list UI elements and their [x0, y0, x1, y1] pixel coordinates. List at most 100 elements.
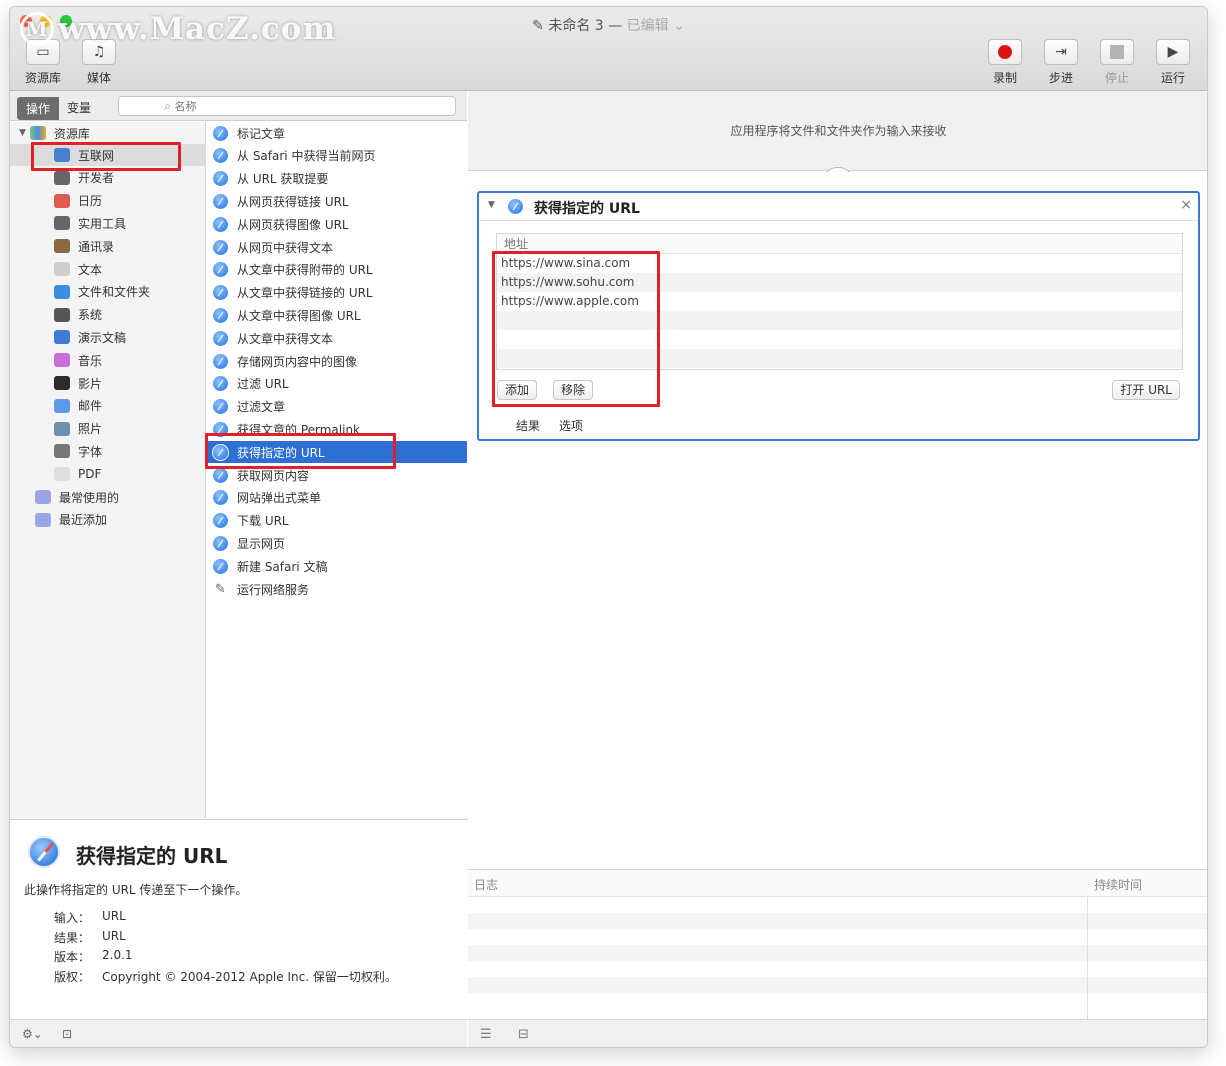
- step-icon: ⇥: [1044, 39, 1078, 65]
- sidebar-item[interactable]: 文本: [10, 258, 206, 280]
- action-item[interactable]: 从 Safari 中获得当前网页: [207, 145, 467, 167]
- url-row[interactable]: [497, 311, 1182, 330]
- action-item[interactable]: 获得指定的 URL: [207, 441, 467, 464]
- description-field: 输入： URL: [54, 909, 126, 925]
- search-input[interactable]: [174, 101, 410, 113]
- sidebar-item[interactable]: 通讯录: [10, 235, 206, 257]
- tab-actions[interactable]: 操作: [17, 97, 60, 120]
- sidebar-item[interactable]: 实用工具: [10, 212, 206, 234]
- sidebar-item[interactable]: 影片: [10, 372, 206, 394]
- chevron-down-icon: ⌄: [668, 18, 685, 34]
- action-item[interactable]: 新建 Safari 文稿: [207, 555, 467, 577]
- action-item[interactable]: 网站弹出式菜单: [207, 487, 467, 509]
- photos-icon: [54, 421, 70, 436]
- description-toggle-icon[interactable]: ⊡: [62, 1027, 72, 1041]
- sidebar-item[interactable]: 演示文稿: [10, 326, 206, 348]
- action-item[interactable]: 从文章中获得附带的 URL: [207, 259, 467, 281]
- safari-icon: [213, 490, 228, 506]
- step-button[interactable]: ⇥ 步进: [1038, 39, 1084, 86]
- disclosure-triangle-icon[interactable]: ▼: [19, 128, 26, 138]
- sidebar-item[interactable]: 邮件: [10, 395, 206, 417]
- stop-button[interactable]: 停止: [1094, 39, 1140, 86]
- workflow-input-hint: 应用程序将文件和文件夹作为输入来接收: [730, 124, 947, 138]
- sidebar-item[interactable]: 音乐: [10, 349, 206, 371]
- library-pane: 操作 变量 ⌕ ▼ 资源库 互联网开发者日历实用工具通讯录文本文件和文件夹系统演…: [10, 91, 467, 1047]
- safari-icon: [213, 421, 228, 437]
- run-button[interactable]: ▶ 运行: [1150, 39, 1196, 86]
- url-column-header[interactable]: 地址: [497, 234, 1182, 254]
- run-icon: ▶: [1156, 39, 1190, 65]
- action-item[interactable]: 显示网页: [207, 532, 467, 554]
- search-field[interactable]: ⌕: [118, 96, 456, 116]
- safari-icon: [213, 239, 228, 255]
- smart-folder-item[interactable]: 最近添加: [10, 509, 206, 531]
- duration-column-header[interactable]: 持续时间: [1094, 876, 1142, 893]
- workflow-header: 应用程序将文件和文件夹作为输入来接收: [468, 91, 1207, 171]
- split-view-icon[interactable]: ⊟: [518, 1027, 529, 1042]
- wand-icon: ✎: [215, 581, 226, 597]
- smart-folder-item[interactable]: 最常使用的: [10, 486, 206, 508]
- action-item[interactable]: 从文章中获得图像 URL: [207, 304, 467, 326]
- action-item[interactable]: 标记文章: [207, 122, 467, 144]
- log-panel: 日志 持续时间: [468, 869, 1207, 1020]
- safari-icon: [213, 330, 228, 346]
- tab-variables[interactable]: 变量: [59, 97, 99, 120]
- action-item[interactable]: 过滤 URL: [207, 373, 467, 395]
- list-view-icon[interactable]: ☰: [480, 1027, 492, 1042]
- library-footer: ⚙⌄ ⊡: [10, 1019, 467, 1047]
- action-item[interactable]: 从网页获得图像 URL: [207, 213, 467, 235]
- url-row[interactable]: https://www.apple.com: [497, 292, 1182, 311]
- sidebar-item[interactable]: PDF: [10, 463, 206, 485]
- url-row[interactable]: https://www.sina.com: [497, 254, 1182, 273]
- safari-icon: [213, 216, 228, 232]
- actions-list: 标记文章从 Safari 中获得当前网页从 URL 获取提要 从网页获得链接 UR…: [207, 122, 467, 818]
- action-item[interactable]: 下载 URL: [207, 510, 467, 532]
- library-root[interactable]: ▼ 资源库: [10, 122, 206, 144]
- url-row[interactable]: [497, 330, 1182, 349]
- add-url-button[interactable]: 添加: [497, 380, 538, 400]
- action-item[interactable]: 从网页中获得文本: [207, 236, 467, 258]
- action-item[interactable]: 存储网页内容中的图像: [207, 350, 467, 372]
- sidebar-item[interactable]: 日历: [10, 190, 206, 212]
- safari-icon: [213, 262, 228, 278]
- tab-options[interactable]: 选项: [559, 417, 583, 434]
- safari-icon: [213, 148, 228, 164]
- action-item[interactable]: 获取网页内容: [207, 464, 467, 486]
- action-item[interactable]: 从文章中获得文本: [207, 327, 467, 349]
- record-button[interactable]: 录制: [982, 39, 1028, 86]
- safari-icon: [213, 353, 228, 369]
- collapse-triangle-icon[interactable]: ▼: [488, 200, 495, 210]
- url-table[interactable]: 地址 https://www.sina.com https://www.sohu.…: [496, 233, 1183, 370]
- system-icon: [54, 307, 70, 322]
- log-header: 日志 持续时间: [468, 870, 1207, 897]
- macz-logo: M: [20, 12, 54, 46]
- description-field: 版本： 2.0.1: [54, 948, 133, 964]
- library-tabs: 操作 变量: [17, 97, 99, 120]
- safari-icon: [213, 399, 228, 415]
- action-item[interactable]: 从文章中获得链接的 URL: [207, 282, 467, 304]
- sidebar-item[interactable]: 文件和文件夹: [10, 281, 206, 303]
- remove-url-button[interactable]: 移除: [553, 380, 594, 400]
- action-item[interactable]: 从网页获得链接 URL: [207, 190, 467, 212]
- close-icon[interactable]: ×: [1180, 197, 1192, 213]
- safari-icon: [213, 535, 228, 551]
- safari-icon: [508, 199, 523, 214]
- edited-status[interactable]: 已编辑: [627, 18, 669, 34]
- log-column-header[interactable]: 日志: [474, 876, 498, 893]
- sidebar-item[interactable]: 字体: [10, 440, 206, 462]
- sidebar-item[interactable]: 互联网: [10, 144, 206, 166]
- action-item[interactable]: 从 URL 获取提要: [207, 168, 467, 190]
- gear-icon[interactable]: ⚙⌄: [22, 1027, 43, 1041]
- tab-results[interactable]: 结果: [516, 417, 540, 434]
- open-url-button[interactable]: 打开 URL: [1112, 380, 1180, 400]
- url-row[interactable]: https://www.sohu.com: [497, 273, 1182, 292]
- sidebar-item[interactable]: 开发者: [10, 167, 206, 189]
- sidebar-item[interactable]: 照片: [10, 418, 206, 440]
- url-row[interactable]: [497, 349, 1182, 368]
- workflow-footer: ☰ ⊟: [468, 1019, 1207, 1047]
- action-item[interactable]: ✎ 运行网络服务: [207, 578, 467, 600]
- action-item[interactable]: 获得文章的 Permalink: [207, 418, 467, 440]
- action-item[interactable]: 过滤文章: [207, 396, 467, 418]
- sidebar-item[interactable]: 系统: [10, 304, 206, 326]
- stop-icon: [1100, 39, 1134, 65]
